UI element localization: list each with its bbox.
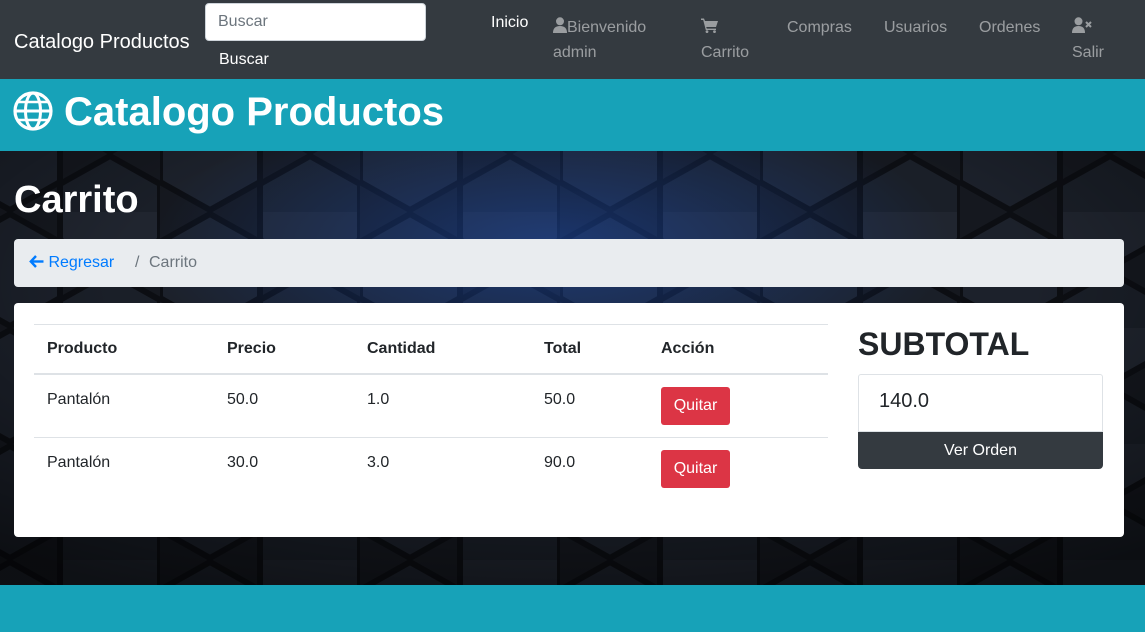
breadcrumb-back-link[interactable]: Regresar (29, 253, 114, 272)
cart-card: Producto Precio Cantidad Total Acción Pa… (14, 303, 1124, 537)
shopping-cart-icon (701, 17, 719, 41)
nav-link-carrito[interactable]: Carrito (701, 16, 749, 65)
nav-user-name: admin (553, 44, 597, 61)
table-top-border (34, 324, 828, 325)
subtotal-title: SUBTOTAL (858, 326, 1030, 362)
table-header-total: Total (544, 340, 582, 357)
cell-precio: 30.0 (227, 454, 259, 471)
breadcrumb-back-label: Regresar (48, 254, 115, 271)
nav-link-inicio[interactable]: Inicio (491, 11, 528, 35)
cell-total: 90.0 (544, 454, 576, 471)
breadcrumb: Regresar / Carrito (14, 239, 1124, 287)
table-row-divider (34, 437, 828, 438)
nav-salir-label: Salir (1072, 44, 1105, 61)
navbar-brand[interactable]: Catalogo Productos (14, 30, 190, 54)
table-header-accion: Acción (661, 340, 715, 357)
user-times-icon (1072, 17, 1092, 41)
nav-user-label: Bienvenido (567, 19, 647, 36)
hero-header: Catalogo Productos (0, 79, 1145, 151)
nav-link-ordenes[interactable]: Ordenes (979, 16, 1040, 40)
search-input[interactable] (205, 3, 426, 41)
nav-link-usuarios[interactable]: Usuarios (884, 16, 947, 40)
nav-link-user[interactable]: Bienvenido admin (553, 16, 646, 65)
cell-cantidad: 3.0 (367, 454, 390, 471)
user-icon (553, 17, 567, 41)
cell-producto: Pantalón (47, 391, 111, 408)
page-heading: Carrito (14, 179, 139, 221)
top-navbar: Catalogo Productos Buscar Inicio Bienven… (0, 0, 1145, 79)
footer (0, 585, 1145, 632)
breadcrumb-current: Carrito (149, 254, 198, 271)
cell-precio: 50.0 (227, 391, 259, 408)
globe-icon (13, 91, 53, 136)
table-header-cantidad: Cantidad (367, 340, 436, 357)
table-header-divider (34, 373, 828, 375)
search-button[interactable]: Buscar (219, 50, 269, 69)
cell-producto: Pantalón (47, 454, 111, 471)
nav-carrito-label: Carrito (701, 44, 750, 61)
arrow-left-icon (29, 254, 48, 271)
nav-link-salir[interactable]: Salir (1072, 16, 1104, 65)
subtotal-value: 140.0 (858, 374, 1103, 432)
quitar-button[interactable]: Quitar (661, 450, 730, 488)
cell-total: 50.0 (544, 391, 576, 408)
quitar-button[interactable]: Quitar (661, 387, 730, 425)
ver-orden-button[interactable]: Ver Orden (858, 432, 1103, 469)
table-header-precio: Precio (227, 340, 276, 357)
hero-title: Catalogo Productos (64, 90, 445, 134)
nav-link-compras[interactable]: Compras (787, 16, 852, 40)
cell-cantidad: 1.0 (367, 391, 390, 408)
table-header-producto: Producto (47, 340, 118, 357)
breadcrumb-separator: / (135, 254, 140, 271)
